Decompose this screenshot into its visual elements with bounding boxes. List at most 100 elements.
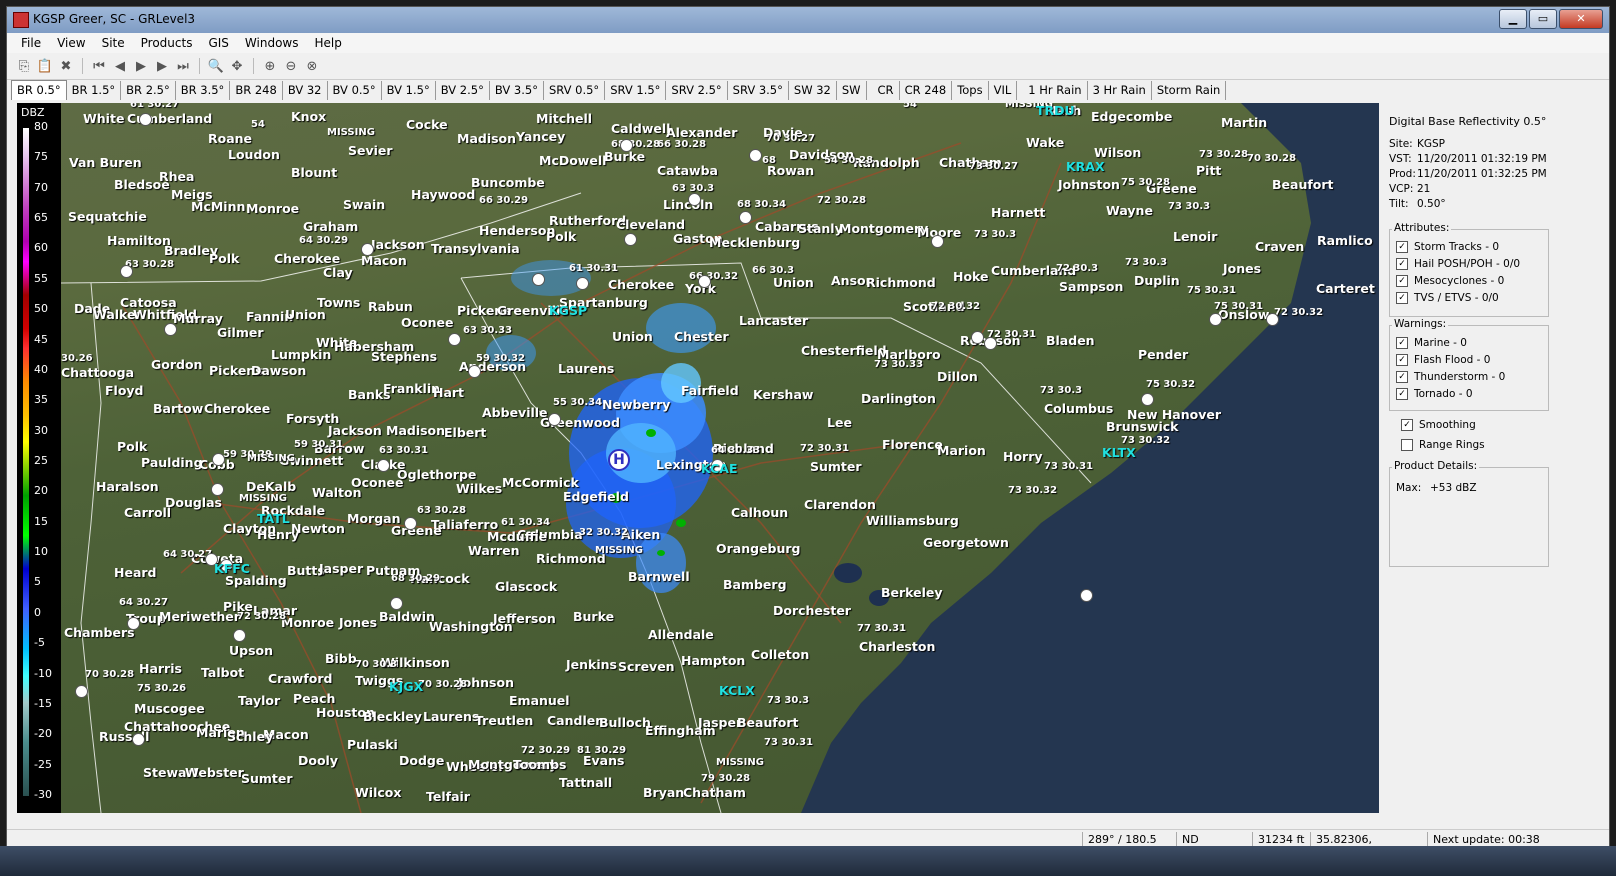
station-dot[interactable] — [931, 235, 944, 248]
minimize-button[interactable]: ▁ — [1499, 9, 1527, 29]
station-dot[interactable] — [75, 685, 88, 698]
menu-windows[interactable]: Windows — [237, 36, 307, 50]
station-dot[interactable] — [1266, 313, 1279, 326]
station-dot[interactable] — [132, 733, 145, 746]
tab-storm-rain[interactable]: Storm Rain — [1152, 81, 1227, 100]
warning-checkbox[interactable]: ✓ — [1396, 336, 1408, 349]
menu-view[interactable]: View — [49, 36, 93, 50]
station-dot[interactable] — [211, 483, 224, 496]
title-bar[interactable]: KGSP Greer, SC - GRLevel3 ▁ ▭ ✕ — [7, 7, 1609, 33]
zoom-in-icon[interactable]: ⊕ — [261, 57, 279, 75]
station-dot[interactable] — [1209, 313, 1222, 326]
radar-viewport[interactable]: DBZ 80 75 70 65 60 55 50 45 40 35 30 25 20 15 10 5 0 -5 -1… — [17, 103, 1379, 813]
warning-checkbox[interactable]: ✓ — [1396, 370, 1408, 383]
station-dot[interactable] — [698, 275, 711, 288]
smoothing-checkbox[interactable]: ✓ — [1401, 418, 1413, 431]
station-dot[interactable] — [390, 597, 403, 610]
step-forward-icon[interactable]: ▶ — [153, 57, 171, 75]
attribute-option[interactable]: ✓ Hail POSH/POH - 0/0 — [1390, 255, 1548, 272]
tab-srv-1-5-[interactable]: SRV 1.5° — [605, 81, 667, 100]
station-dot[interactable] — [624, 233, 637, 246]
station-dot[interactable] — [164, 323, 177, 336]
tab-1-hr-rain[interactable]: 1 Hr Rain — [1023, 81, 1088, 100]
attribute-option[interactable]: ✓ Storm Tracks - 0 — [1390, 238, 1548, 255]
attribute-option[interactable]: ✓ Mesocyclones - 0 — [1390, 272, 1548, 289]
skip-last-icon[interactable]: ⏭ — [174, 57, 192, 75]
station-dot[interactable] — [749, 149, 762, 162]
menu-help[interactable]: Help — [307, 36, 350, 50]
station-dot[interactable] — [404, 517, 417, 530]
station-dot[interactable] — [620, 139, 633, 152]
attribute-checkbox[interactable]: ✓ — [1396, 274, 1408, 287]
station-dot[interactable] — [127, 617, 140, 630]
warning-option[interactable]: ✓ Flash Flood - 0 — [1390, 351, 1548, 368]
tab-srv-3-5-[interactable]: SRV 3.5° — [728, 81, 789, 100]
menu-file[interactable]: File — [13, 36, 49, 50]
tab-br-0-5-[interactable]: BR 0.5° — [11, 80, 67, 100]
attribute-checkbox[interactable]: ✓ — [1396, 257, 1408, 270]
radar-site-kclx[interactable]: KCLX — [719, 683, 755, 698]
paste-icon[interactable]: 📋 — [36, 57, 54, 75]
copy-icon[interactable]: ⎘ — [15, 57, 33, 75]
attribute-checkbox[interactable]: ✓ — [1396, 291, 1408, 304]
radar-site-kcae[interactable]: KCAE — [701, 461, 738, 476]
tab-br-2-5-[interactable]: BR 2.5° — [121, 81, 176, 100]
radar-site-trdu[interactable]: TRDU — [1036, 103, 1075, 118]
station-dot[interactable] — [548, 413, 561, 426]
station-dot[interactable] — [120, 265, 133, 278]
range-rings-checkbox[interactable] — [1401, 438, 1413, 451]
station-dot[interactable] — [448, 333, 461, 346]
tab-bv-1-5-[interactable]: BV 1.5° — [382, 81, 436, 100]
station-dot[interactable] — [1141, 393, 1154, 406]
pan-icon[interactable]: ✥ — [228, 57, 246, 75]
warning-option[interactable]: ✓ Thunderstorm - 0 — [1390, 368, 1548, 385]
tab-bv-2-5-[interactable]: BV 2.5° — [436, 81, 490, 100]
station-dot[interactable] — [688, 193, 701, 206]
stop-icon[interactable]: ✖ — [57, 57, 75, 75]
tab-vil[interactable]: VIL — [989, 81, 1018, 100]
warning-option[interactable]: ✓ Marine - 0 — [1390, 334, 1548, 351]
station-dot[interactable] — [576, 277, 589, 290]
station-dot[interactable] — [377, 459, 390, 472]
zoom-icon[interactable]: 🔍 — [207, 57, 225, 75]
tab-bv-3-5-[interactable]: BV 3.5° — [490, 81, 544, 100]
station-dot[interactable] — [233, 629, 246, 642]
station-dot[interactable] — [971, 331, 984, 344]
attribute-checkbox[interactable]: ✓ — [1396, 240, 1408, 253]
station-dot[interactable] — [139, 113, 152, 126]
station-dot[interactable] — [984, 337, 997, 350]
close-button[interactable]: ✕ — [1559, 9, 1603, 29]
warning-checkbox[interactable]: ✓ — [1396, 387, 1408, 400]
station-dot[interactable] — [212, 453, 225, 466]
range-rings-option[interactable]: Range Rings — [1395, 436, 1485, 453]
station-dot[interactable] — [361, 243, 374, 256]
radar-site-kffc[interactable]: KFFC — [214, 561, 250, 576]
zoom-out-icon[interactable]: ⊖ — [282, 57, 300, 75]
skip-first-icon[interactable]: ⏮ — [90, 57, 108, 75]
tab-cr[interactable]: CR — [873, 81, 900, 100]
step-back-icon[interactable]: ◀ — [111, 57, 129, 75]
smoothing-option[interactable]: ✓ Smoothing — [1395, 416, 1476, 433]
station-dot[interactable] — [468, 365, 481, 378]
radar-site-tatl[interactable]: TATL — [257, 511, 290, 526]
tab-cr-248[interactable]: CR 248 — [900, 81, 953, 100]
tab-br-3-5-[interactable]: BR 3.5° — [176, 81, 231, 100]
tab-srv-2-5-[interactable]: SRV 2.5° — [666, 81, 728, 100]
tab-3-hr-rain[interactable]: 3 Hr Rain — [1088, 81, 1152, 100]
tab-bv-0-5-[interactable]: BV 0.5° — [328, 81, 382, 100]
maximize-button[interactable]: ▭ — [1529, 9, 1557, 29]
tab-sw[interactable]: SW — [837, 81, 867, 100]
radar-map[interactable]: White Cumberland Knox Cocke Mitchell Caldwell… — [61, 103, 1379, 813]
warning-option[interactable]: ✓ Tornado - 0 — [1390, 385, 1548, 402]
station-dot[interactable] — [1080, 589, 1093, 602]
tab-br-248[interactable]: BR 248 — [230, 81, 283, 100]
radar-site-krax[interactable]: KRAX — [1066, 159, 1105, 174]
attribute-option[interactable]: ✓ TVS / ETVS - 0/0 — [1390, 289, 1548, 306]
play-icon[interactable]: ▶ — [132, 57, 150, 75]
station-dot[interactable] — [739, 211, 752, 224]
radar-site-kgsp[interactable]: KGSP — [549, 303, 587, 318]
tab-sw-32[interactable]: SW 32 — [789, 81, 837, 100]
tab-br-1-5-[interactable]: BR 1.5° — [67, 81, 122, 100]
tab-tops[interactable]: Tops — [952, 81, 989, 100]
station-dot[interactable] — [532, 273, 545, 286]
